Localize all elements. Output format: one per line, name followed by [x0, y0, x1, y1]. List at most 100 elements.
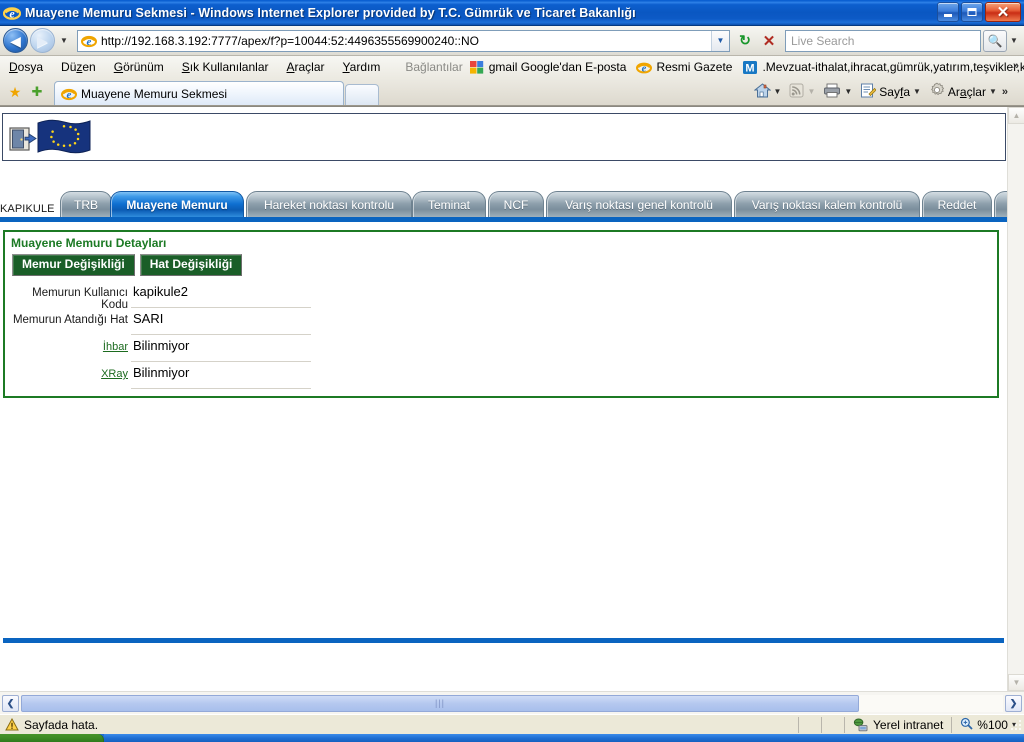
- tab-reddet[interactable]: Reddet: [922, 191, 992, 217]
- tab-label: Reddet: [937, 197, 977, 212]
- hat-degisikligi-button[interactable]: Hat Değişikliği: [139, 254, 243, 276]
- ie-icon: e: [636, 60, 653, 75]
- ie-icon: e: [81, 33, 97, 49]
- search-provider-dropdown[interactable]: ▼: [1007, 30, 1021, 52]
- tab-varis-noktasi-genel-kontrolu[interactable]: Varış noktası genel kontrolü: [546, 191, 732, 217]
- link-label: gmail Google'dan E-posta: [488, 60, 627, 74]
- tools-menu-button[interactable]: Araçlar ▼: [926, 80, 1000, 103]
- status-cell-2: [822, 716, 844, 734]
- link-resmi-gazete[interactable]: e Resmi Gazete: [636, 60, 732, 75]
- status-zoom-text: %100: [977, 717, 1008, 732]
- scroll-down-button[interactable]: ▼: [1008, 674, 1024, 691]
- tab-varis-noktasi-kalem-kontrolu[interactable]: Varış noktası kalem kontrolü: [734, 191, 920, 217]
- search-input[interactable]: Live Search: [785, 29, 981, 52]
- chevron-down-icon[interactable]: ▼: [989, 87, 997, 96]
- star-icon[interactable]: ★: [4, 81, 26, 103]
- refresh-icon: ↻: [739, 32, 751, 48]
- chevron-down-icon[interactable]: ▼: [774, 87, 782, 96]
- back-button[interactable]: ◀: [3, 28, 28, 53]
- horizontal-scroll-track[interactable]: |||: [21, 694, 1003, 712]
- chevron-down-icon[interactable]: ▼: [844, 87, 852, 96]
- taskbar-area: [104, 734, 1024, 742]
- page-bottom-rule: [3, 638, 1004, 643]
- field-label: Memurun Kullanıcı Kodu: [32, 287, 128, 311]
- chevron-down-icon[interactable]: ▼: [913, 87, 921, 96]
- intranet-icon: [853, 718, 868, 732]
- tab-hareket-noktasi-kontrolu[interactable]: Hareket noktası kontrolu: [246, 191, 412, 217]
- command-label: Sayfa: [879, 84, 910, 99]
- forward-button[interactable]: ▶: [30, 28, 55, 53]
- page-error-indicator[interactable]: Sayfada hata.: [0, 718, 98, 732]
- add-favorite-icon[interactable]: ✚: [26, 81, 48, 103]
- memur-degisikligi-button[interactable]: Memur Değişikliği: [12, 254, 135, 276]
- menu-duzen[interactable]: Düzen: [52, 60, 105, 74]
- stop-button[interactable]: ✕: [758, 30, 780, 52]
- tab-underline: [0, 217, 1007, 222]
- minimize-button[interactable]: [937, 2, 959, 22]
- status-bar: Sayfada hata. Yerel intranet %100: [0, 714, 1024, 734]
- field-underline: [131, 388, 311, 389]
- page-viewport: KAPIKULE TRB Muayene Memuru Hareket nokt…: [0, 106, 1024, 714]
- tab-teminat[interactable]: Teminat: [412, 191, 486, 217]
- tab-overflow[interactable]: [994, 191, 1007, 217]
- menu-yardim[interactable]: Yardım: [334, 60, 390, 74]
- xray-link[interactable]: XRay: [5, 365, 128, 380]
- command-bar-overflow-button[interactable]: »: [1002, 86, 1008, 98]
- browser-tab-strip: ★ ✚ e Muayene Memuru Sekmesi ▼ ▼ ▼ Sayfa…: [0, 78, 1024, 106]
- address-input[interactable]: e http://192.168.3.192:7777/apex/f?p=100…: [77, 29, 730, 52]
- security-zone-indicator[interactable]: Yerel intranet: [845, 718, 951, 732]
- browser-tab-label: Muayene Memuru Sekmesi: [81, 86, 228, 101]
- tab-label: Muayene Memuru: [126, 197, 228, 212]
- feeds-button[interactable]: ▼: [786, 81, 818, 103]
- chevron-down-icon[interactable]: ▼: [711, 30, 729, 51]
- link-gmail[interactable]: gmail Google'dan E-posta: [469, 60, 627, 75]
- search-button[interactable]: 🔍: [983, 29, 1007, 52]
- restore-button[interactable]: [961, 2, 983, 22]
- print-icon: [823, 83, 841, 101]
- scroll-up-button[interactable]: ▲: [1008, 107, 1024, 124]
- field-row-memurun-atandigi-hat: Memurun Atandığı Hat SARI: [5, 311, 325, 338]
- link-label: .Mevzuat-ithalat,ihracat,gümrük,yatırım,…: [762, 60, 1024, 74]
- exit-door-icon[interactable]: [9, 126, 37, 152]
- new-tab-button[interactable]: [345, 84, 379, 105]
- tab-ncf[interactable]: NCF: [488, 191, 544, 217]
- menu-araclar[interactable]: Araçlar: [278, 60, 334, 74]
- field-underline: [131, 307, 311, 308]
- scroll-right-button[interactable]: ❯: [1005, 694, 1022, 712]
- close-button[interactable]: ✕: [985, 2, 1021, 22]
- menu-gorunum[interactable]: Görünüm: [105, 60, 173, 74]
- tab-trb[interactable]: TRB: [60, 191, 112, 217]
- horizontal-scroll-thumb[interactable]: |||: [21, 694, 859, 712]
- site-label: KAPIKULE: [0, 203, 55, 215]
- ihbar-link[interactable]: İhbar: [5, 338, 128, 353]
- region-title: Muayene Memuru Detayları: [11, 236, 167, 250]
- start-button[interactable]: [0, 734, 104, 742]
- refresh-button[interactable]: ↻: [734, 30, 756, 52]
- menu-sik-kullanilanlar[interactable]: Sık Kullanılanlar: [173, 60, 278, 74]
- home-button[interactable]: ▼: [751, 81, 785, 103]
- history-dropdown-icon[interactable]: ▼: [57, 36, 71, 45]
- page-menu-button[interactable]: Sayfa ▼: [857, 81, 924, 103]
- scroll-left-button[interactable]: ❮: [2, 694, 19, 712]
- tab-label: Teminat: [427, 197, 471, 212]
- menu-dosya[interactable]: Dosya: [0, 60, 52, 74]
- links-label: Bağlantılar: [405, 60, 463, 74]
- field-value: Bilinmiyor: [133, 365, 190, 380]
- gear-icon: [929, 82, 945, 101]
- resize-grip-icon[interactable]: [1010, 720, 1022, 732]
- link-mevzuat[interactable]: M .Mevzuat-ithalat,ihracat,gümrük,yatırı…: [742, 60, 1024, 75]
- tab-label: Varış noktası kalem kontrolü: [751, 197, 903, 212]
- vertical-scrollbar[interactable]: ▲ ▼: [1007, 107, 1024, 691]
- print-button[interactable]: ▼: [820, 81, 855, 103]
- tab-muayene-memuru[interactable]: Muayene Memuru: [110, 191, 244, 217]
- ie-browser-window: e Muayene Memuru Sekmesi - Windows Inter…: [0, 0, 1024, 742]
- status-zone-text: Yerel intranet: [873, 717, 944, 732]
- links-overflow-button[interactable]: »: [1013, 60, 1019, 72]
- svg-text:e: e: [67, 89, 72, 101]
- field-row-xray: XRay Bilinmiyor: [5, 365, 325, 392]
- address-url-text: http://192.168.3.192:7777/apex/f?p=10044…: [101, 33, 479, 48]
- muayene-memuru-detaylari-region: Muayene Memuru Detayları Memur Değişikli…: [3, 230, 999, 398]
- horizontal-scrollbar[interactable]: ❮ ||| ❯: [0, 691, 1024, 714]
- browser-tab-muayene-memuru-sekmesi[interactable]: e Muayene Memuru Sekmesi: [54, 81, 344, 105]
- ie-icon: e: [61, 86, 77, 102]
